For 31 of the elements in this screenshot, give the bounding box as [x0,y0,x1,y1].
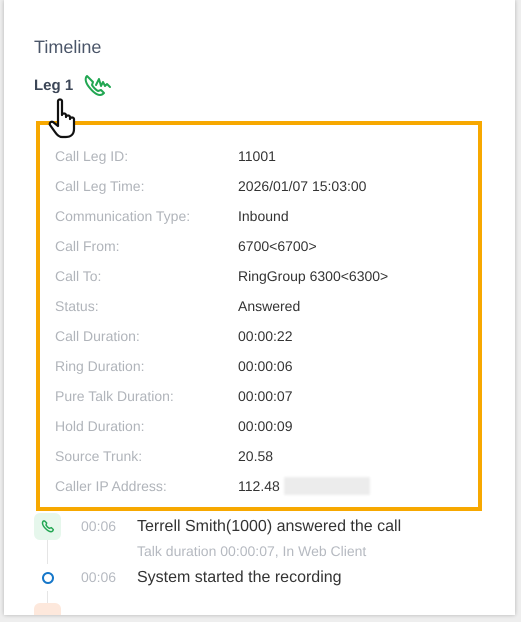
detail-value: Answered [238,296,300,316]
detail-value: 6700<6700> [238,236,317,256]
detail-label: Caller IP Address: [55,476,168,496]
event-time: 00:06 [81,517,118,536]
detail-label: Pure Talk Duration: [55,386,175,406]
detail-value: 2026/01/07 15:03:00 [238,176,366,196]
detail-label: Call To: [55,266,102,286]
detail-label: Source Trunk: [55,446,144,466]
detail-value: 20.58 [238,446,274,466]
detail-label: Call From: [55,236,121,256]
detail-label: Call Duration: [55,326,141,346]
detail-value: 00:00:09 [238,416,292,436]
detail-label: Call Leg ID: [55,146,130,166]
detail-label: Hold Duration: [55,416,146,436]
section-title: Timeline [34,37,102,57]
detail-label: Ring Duration: [55,356,146,376]
detail-value: Inbound [238,206,289,226]
detail-label: Communication Type: [55,206,192,226]
event-text: Terrell Smith(1000) answered the call [137,516,402,536]
detail-value: 11001 [238,146,276,166]
detail-value: 00:00:22 [238,326,292,346]
event-text: System started the recording [137,568,342,588]
detail-label: Status: [55,296,100,316]
detail-value: RingGroup 6300<6300> [238,266,388,286]
detail-label: Call Leg Time: [55,176,146,196]
detail-value: 00:00:07 [238,386,292,406]
detail-value: 112.48 [238,476,280,496]
event-detail: Talk duration 00:00:07, In Web Client [137,543,366,559]
detail-value: 00:00:06 [238,356,292,376]
event-time: 00:06 [81,568,118,587]
leg-label[interactable]: Leg 1 [34,74,74,98]
